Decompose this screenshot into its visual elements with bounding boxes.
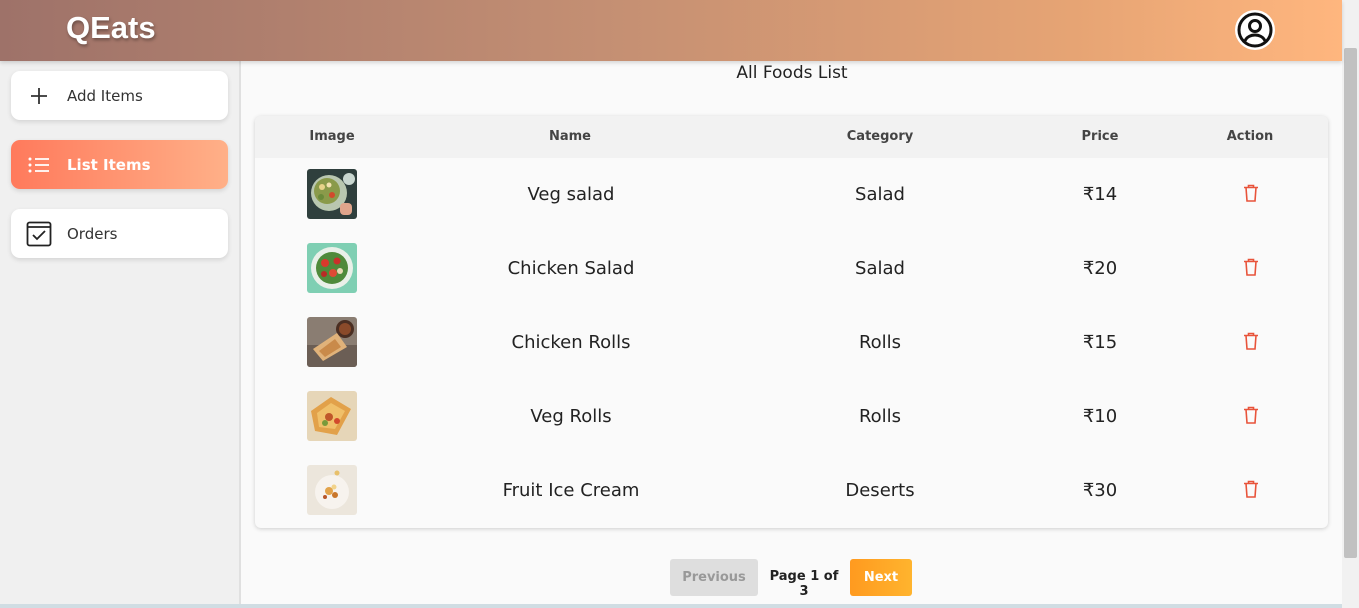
plus-icon — [25, 82, 53, 110]
brand-logo[interactable]: QEats — [66, 10, 156, 46]
delete-icon[interactable] — [1241, 479, 1261, 499]
page-indicator: Page 1 of 3 — [769, 569, 839, 599]
food-name: Chicken Salad — [507, 258, 635, 279]
sidebar-item-label: Orders — [67, 224, 118, 243]
food-price: ₹20 — [1082, 258, 1118, 279]
foods-table: Image Name Category Price Action Veg sal… — [255, 116, 1328, 528]
food-name: Veg salad — [527, 184, 615, 205]
bottom-strip — [0, 604, 1342, 608]
food-name: Veg Rolls — [530, 406, 612, 427]
food-category: Rolls — [858, 406, 902, 427]
table-row: Chicken Salad Salad ₹20 — [255, 243, 1328, 317]
top-navbar: QEats — [0, 0, 1342, 61]
food-price: ₹15 — [1082, 332, 1118, 353]
sidebar: Add Items List Items Orders — [0, 61, 241, 608]
food-image — [307, 243, 357, 293]
user-circle-icon[interactable] — [1235, 10, 1275, 50]
delete-icon[interactable] — [1241, 257, 1261, 277]
food-category: Rolls — [858, 332, 902, 353]
food-name: Fruit Ice Cream — [502, 480, 640, 501]
table-row: Chicken Rolls Rolls ₹15 — [255, 317, 1328, 391]
table-row: Veg Rolls Rolls ₹10 — [255, 391, 1328, 465]
food-price: ₹30 — [1082, 480, 1118, 501]
food-image — [307, 465, 357, 515]
sidebar-item-add-items[interactable]: Add Items — [11, 71, 228, 120]
column-header-image: Image — [309, 129, 355, 144]
table-row: Veg salad Salad ₹14 — [255, 169, 1328, 243]
food-category: Salad — [855, 184, 905, 205]
next-button[interactable]: Next — [850, 559, 912, 596]
table-header: Image Name Category Price Action — [255, 116, 1328, 158]
checkbox-icon — [25, 220, 53, 248]
column-header-name: Name — [548, 129, 591, 144]
table-row: Fruit Ice Cream Deserts ₹30 — [255, 465, 1328, 528]
list-icon — [25, 151, 53, 179]
previous-button[interactable]: Previous — [670, 559, 758, 596]
food-price: ₹14 — [1082, 184, 1118, 205]
delete-icon[interactable] — [1241, 405, 1261, 425]
delete-icon[interactable] — [1241, 331, 1261, 351]
sidebar-item-orders[interactable]: Orders — [11, 209, 228, 258]
column-header-price: Price — [1081, 129, 1119, 144]
vertical-scrollbar[interactable] — [1342, 0, 1359, 608]
food-image — [307, 317, 357, 367]
sidebar-item-list-items[interactable]: List Items — [11, 140, 228, 189]
food-image — [307, 169, 357, 219]
scrollbar-thumb[interactable] — [1344, 48, 1357, 558]
food-name: Chicken Rolls — [511, 332, 631, 353]
sidebar-item-label: Add Items — [67, 86, 143, 105]
delete-icon[interactable] — [1241, 183, 1261, 203]
food-price: ₹10 — [1082, 406, 1118, 427]
food-category: Salad — [855, 258, 905, 279]
column-header-category: Category — [846, 129, 914, 144]
column-header-action: Action — [1226, 129, 1274, 144]
sidebar-item-label: List Items — [67, 155, 151, 174]
food-image — [307, 391, 357, 441]
page-title: All Foods List — [736, 63, 848, 83]
food-category: Deserts — [845, 480, 915, 501]
